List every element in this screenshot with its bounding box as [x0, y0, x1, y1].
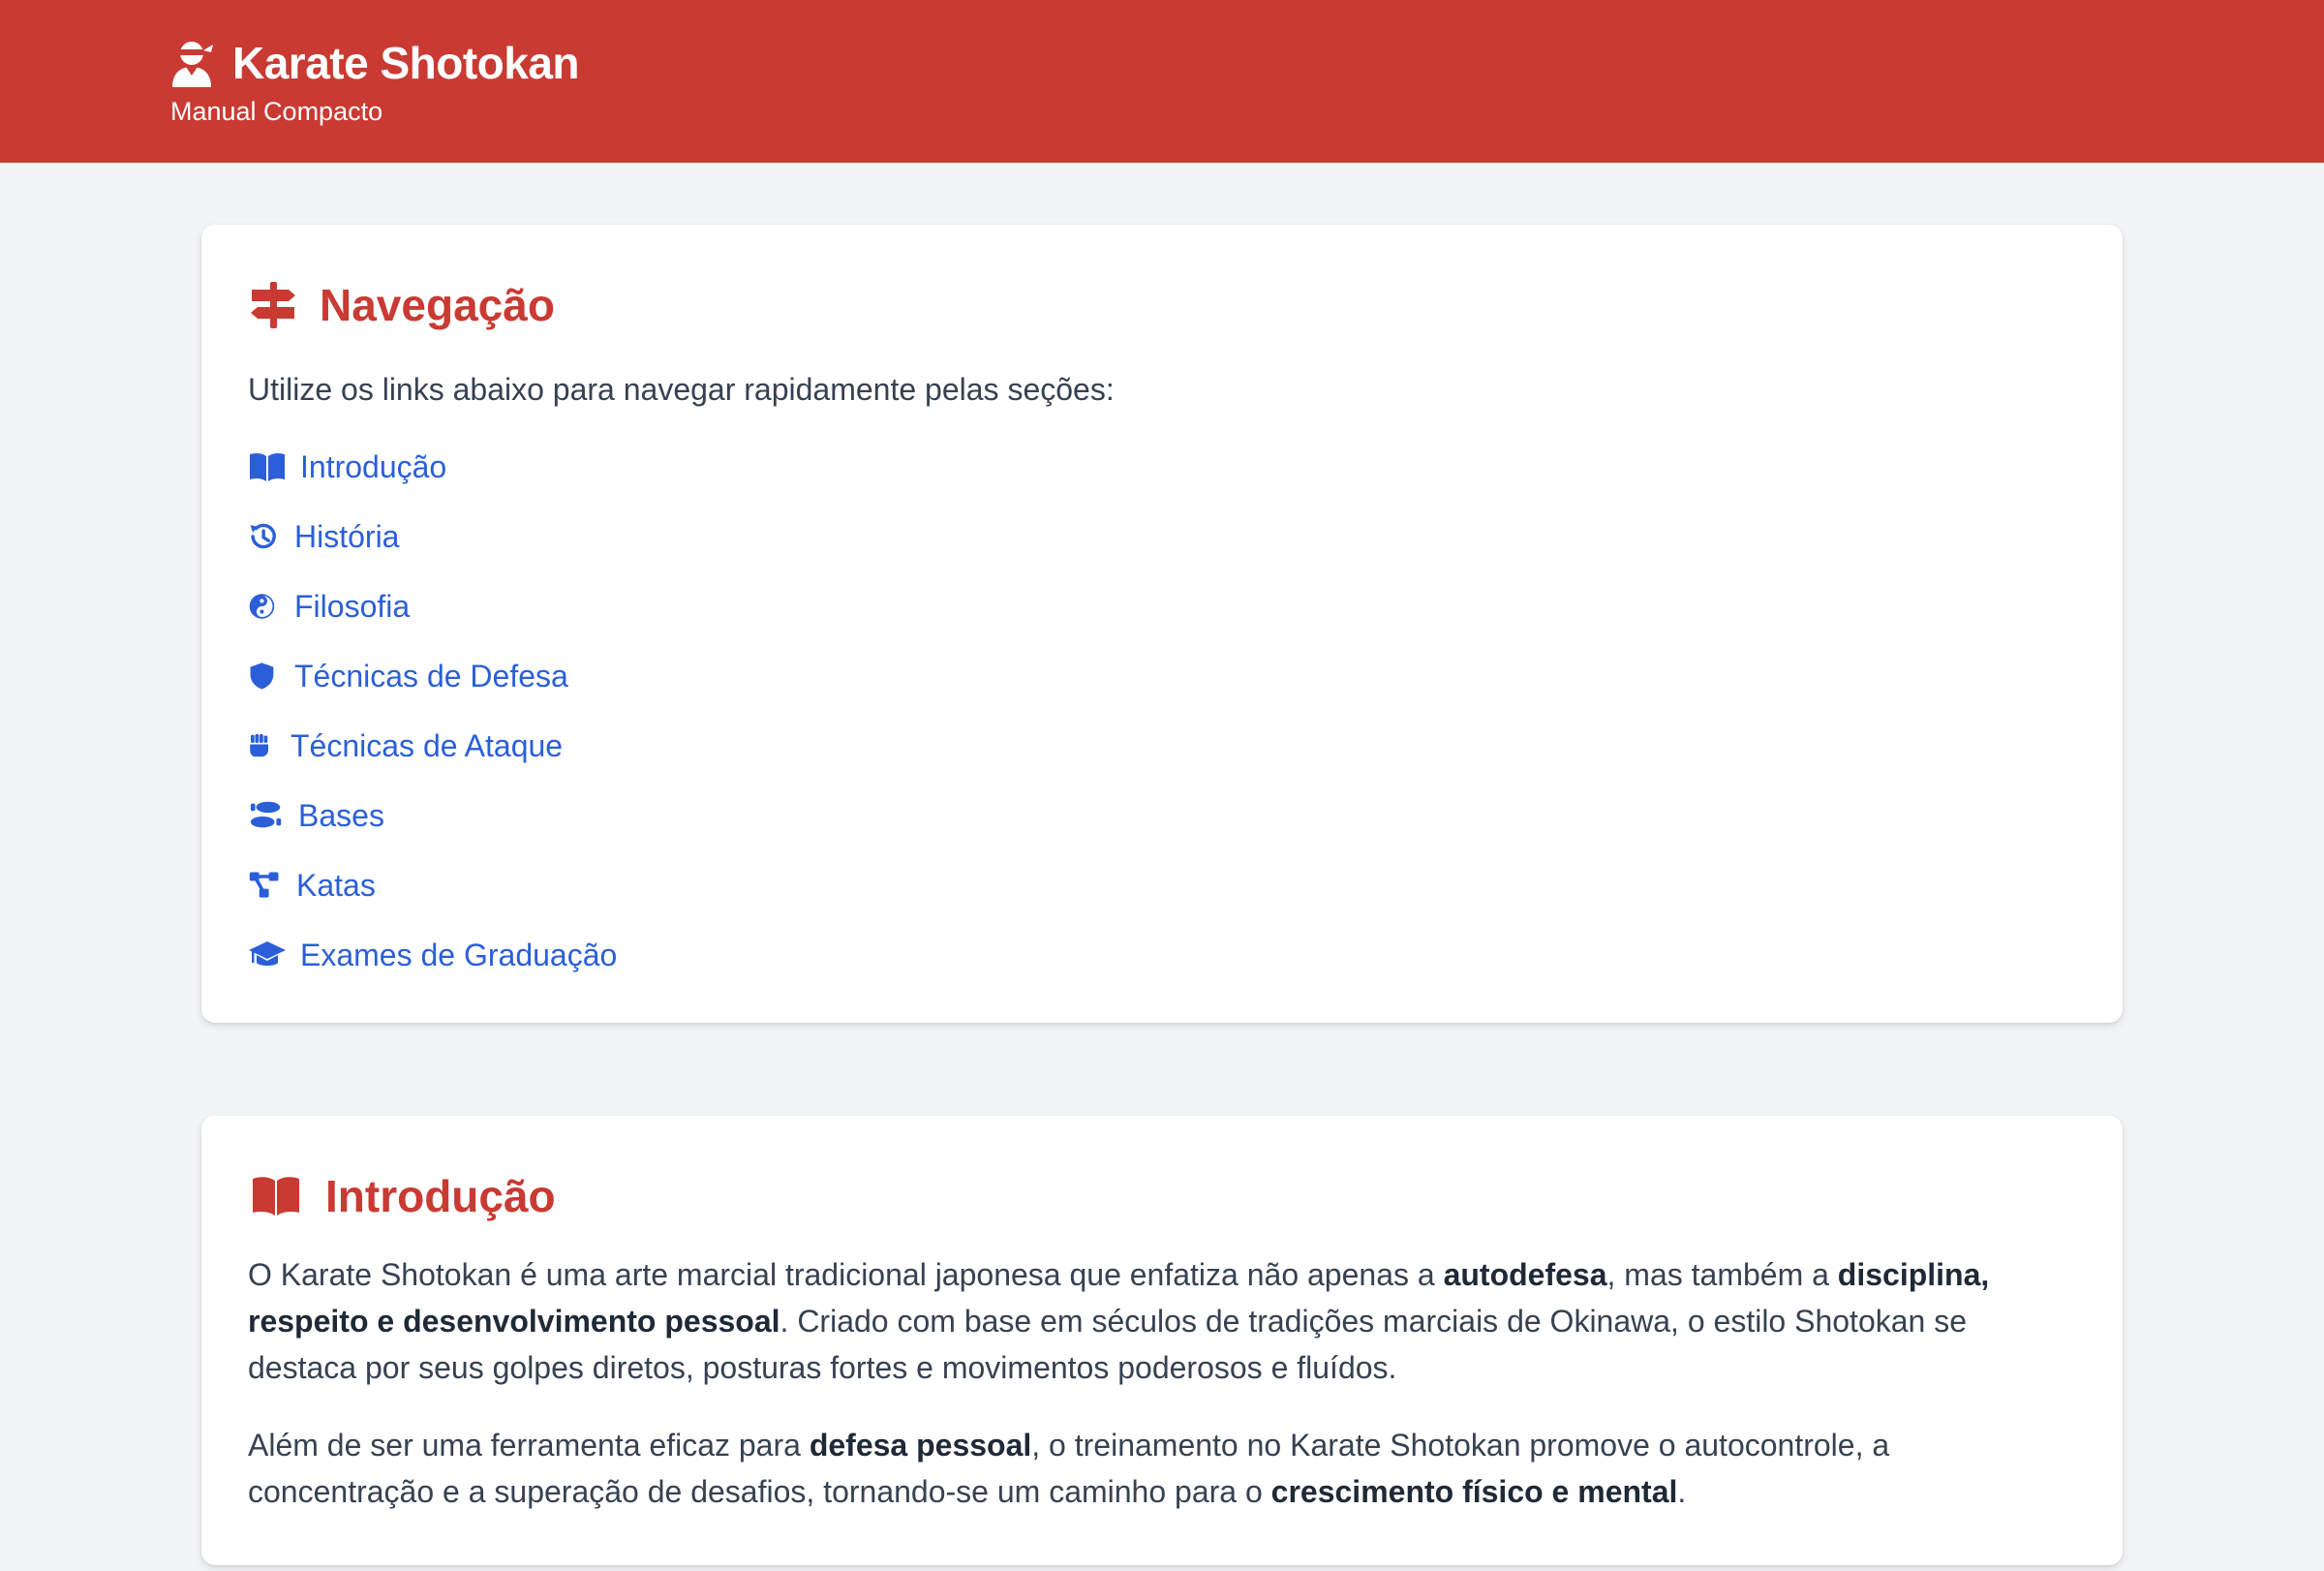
site-title: Karate Shotokan	[232, 38, 580, 88]
nav-link-label: Técnicas de Ataque	[290, 727, 564, 763]
text-run: O Karate Shotokan é uma arte marcial tra…	[248, 1257, 1444, 1292]
navigation-list: Introdução História Filosofia Técnicas d…	[248, 432, 2076, 990]
shield-icon	[250, 662, 274, 690]
nav-link-label: História	[294, 518, 400, 554]
nav-link-label: Exames de Graduação	[300, 937, 618, 972]
introduction-card: Introdução O Karate Shotokan é uma arte …	[201, 1116, 2123, 1565]
introduction-paragraph: O Karate Shotokan é uma arte marcial tra…	[248, 1251, 2076, 1391]
nav-link-introducao[interactable]: Introdução	[248, 432, 2076, 502]
site-header: Karate Shotokan Manual Compacto	[0, 0, 2324, 163]
karate-user-icon	[172, 42, 213, 87]
text-run: .	[1677, 1474, 1687, 1509]
fist-icon	[250, 734, 268, 757]
introduction-paragraph: Além de ser uma ferramenta eficaz para d…	[248, 1422, 2076, 1515]
site-subtitle: Manual Compacto	[170, 97, 383, 126]
book-open-icon	[250, 452, 285, 481]
nav-link-label: Introdução	[300, 448, 447, 484]
nav-link-filosofia[interactable]: Filosofia	[248, 571, 2076, 641]
diagram-icon	[249, 872, 279, 898]
shoe-prints-icon	[250, 801, 282, 828]
navigation-card: Navegação Utilize os links abaixo para n…	[201, 225, 2123, 1023]
nav-link-tecnicas-defesa[interactable]: Técnicas de Defesa	[248, 641, 2076, 711]
nav-link-tecnicas-ataque[interactable]: Técnicas de Ataque	[248, 711, 2076, 781]
signpost-icon	[251, 282, 295, 328]
bold-text: autodefesa	[1443, 1257, 1607, 1292]
introduction-title: Introdução	[325, 1171, 556, 1221]
brand: Karate Shotokan	[170, 37, 2324, 89]
nav-link-bases[interactable]: Bases	[248, 781, 2076, 850]
bold-text: defesa pessoal	[809, 1428, 1032, 1463]
graduation-cap-icon	[249, 941, 286, 966]
yin-yang-icon	[249, 594, 275, 619]
nav-link-label: Filosofia	[294, 588, 411, 624]
nav-link-label: Bases	[298, 797, 384, 833]
navigation-title: Navegação	[320, 280, 555, 330]
history-icon	[250, 523, 276, 549]
navigation-description: Utilize os links abaixo para navegar rap…	[248, 372, 1115, 407]
nav-link-katas[interactable]: Katas	[248, 850, 2076, 920]
book-open-icon	[253, 1177, 299, 1216]
text-run: , mas também a	[1606, 1257, 1838, 1292]
nav-link-historia[interactable]: História	[248, 502, 2076, 571]
bold-text: crescimento físico e mental	[1270, 1474, 1678, 1509]
text-run: Além de ser uma ferramenta eficaz para	[248, 1428, 810, 1463]
nav-link-label: Técnicas de Defesa	[294, 658, 568, 693]
introduction-header: Introdução	[248, 1162, 2076, 1230]
nav-link-exames-graduacao[interactable]: Exames de Graduação	[248, 920, 2076, 990]
introduction-body: O Karate Shotokan é uma arte marcial tra…	[248, 1251, 2076, 1515]
nav-link-label: Katas	[296, 867, 376, 903]
navigation-header: Navegação	[248, 271, 2076, 339]
